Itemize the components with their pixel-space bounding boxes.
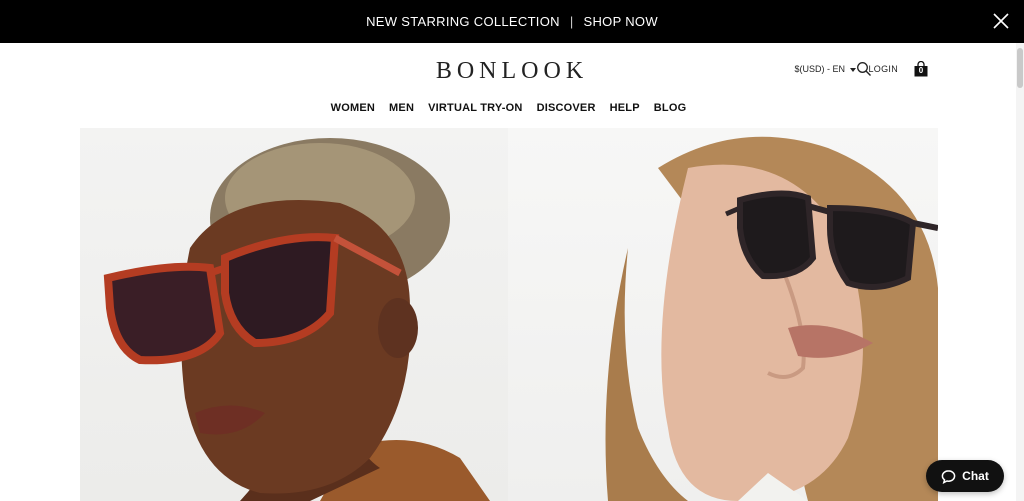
main-nav: WOMEN MEN VIRTUAL TRY-ON DISCOVER HELP B… [0, 102, 1024, 114]
chat-bubble-icon [941, 469, 956, 484]
currency-language-selector[interactable]: $(USD) - EN [794, 64, 856, 74]
nav-item-men[interactable]: MEN [389, 102, 414, 114]
hero-image-men[interactable] [508, 128, 938, 501]
promo-text[interactable]: NEW STARRING COLLECTION [366, 14, 560, 29]
cart-button[interactable]: 0 [913, 60, 929, 77]
nav-item-women[interactable]: WOMEN [331, 102, 375, 114]
close-icon[interactable] [992, 12, 1010, 30]
promo-bar[interactable]: NEW STARRING COLLECTION | SHOP NOW [0, 0, 1024, 43]
login-link[interactable]: LOGIN [868, 64, 898, 74]
scrollbar-track[interactable] [1016, 43, 1024, 501]
nav-item-blog[interactable]: BLOG [654, 102, 687, 114]
chat-label: Chat [962, 469, 989, 483]
model-man-illustration [605, 136, 938, 501]
chevron-down-icon [850, 67, 856, 72]
promo-shop-now-link[interactable]: SHOP NOW [584, 14, 658, 29]
nav-item-discover[interactable]: DISCOVER [537, 102, 596, 114]
nav-item-virtual-try-on[interactable]: VIRTUAL TRY-ON [428, 102, 522, 114]
cart-count: 0 [918, 66, 924, 75]
hero-image-women[interactable] [80, 128, 508, 501]
scrollbar-thumb[interactable] [1017, 48, 1023, 88]
chat-button[interactable]: Chat [926, 460, 1004, 492]
hero-banner[interactable] [80, 128, 938, 501]
model-woman-illustration [103, 138, 490, 501]
currency-label: $(USD) - EN [794, 64, 845, 74]
site-header: BONLOOK $(USD) - EN LOGIN 0 WOMEN MEN VI… [0, 43, 1024, 128]
nav-item-help[interactable]: HELP [610, 102, 640, 114]
promo-separator: | [569, 14, 574, 29]
